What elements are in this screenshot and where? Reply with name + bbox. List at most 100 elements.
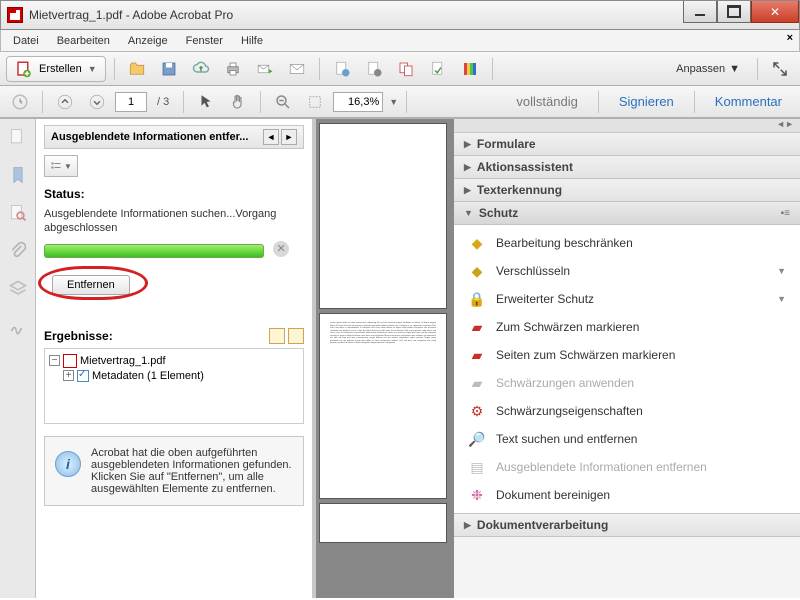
- email-button[interactable]: [283, 56, 311, 82]
- menubar: Datei Bearbeiten Anzeige Fenster Hilfe ×: [0, 30, 800, 52]
- menubar-close-icon[interactable]: ×: [787, 32, 793, 44]
- save-button[interactable]: [155, 56, 183, 82]
- search-remove-item[interactable]: 🔎Text suchen und entfernen: [454, 425, 800, 453]
- comment-tab[interactable]: Kommentar: [703, 94, 794, 109]
- panel-menu-icon[interactable]: ▪≡: [781, 208, 790, 219]
- dropdown-icon: ▼: [777, 294, 786, 304]
- info-box: i Acrobat hat die oben aufgeführten ausg…: [44, 436, 304, 506]
- restrict-editing-item[interactable]: ◆Bearbeitung beschränken: [454, 229, 800, 257]
- create-label: Erstellen: [39, 63, 82, 75]
- zoom-input[interactable]: [333, 92, 383, 112]
- cloud-button[interactable]: [187, 56, 215, 82]
- maximize-button[interactable]: [717, 1, 751, 23]
- customize-label: Anpassen: [676, 63, 725, 75]
- customize-button[interactable]: Anpassen ▼: [667, 56, 749, 82]
- encrypt-item[interactable]: ◆Verschlüsseln▼: [454, 257, 800, 285]
- sign-tool-button[interactable]: [424, 56, 452, 82]
- checkbox-checked-icon[interactable]: [77, 370, 89, 382]
- expand-icon[interactable]: +: [63, 370, 74, 381]
- create-pdf-icon: [15, 60, 33, 78]
- progress-cancel-button[interactable]: ✕: [273, 241, 289, 257]
- collapse-icon[interactable]: −: [49, 355, 60, 366]
- export-button[interactable]: [328, 56, 356, 82]
- mark-redaction-item[interactable]: ▰Zum Schwärzen markieren: [454, 313, 800, 341]
- thumbnail-page-1[interactable]: [319, 123, 447, 309]
- page-gear-icon: [365, 60, 383, 78]
- layers-icon[interactable]: [8, 279, 28, 299]
- page-thumbnails: Lorem ipsum dolor sit amet consectetur a…: [316, 119, 454, 598]
- panel-view-button[interactable]: ▼: [44, 155, 78, 177]
- accordion-label: Schutz: [479, 206, 518, 220]
- thumbnails-icon[interactable]: [8, 127, 28, 147]
- fullscreen-button[interactable]: [766, 56, 794, 82]
- create-button[interactable]: Erstellen ▼: [6, 56, 106, 82]
- bookmark-icon[interactable]: [8, 165, 28, 185]
- menu-view[interactable]: Anzeige: [120, 33, 176, 49]
- redact-props-icon: ⚙: [468, 402, 486, 420]
- tree-file-row[interactable]: − Mietvertrag_1.pdf: [49, 353, 299, 369]
- results-heading: Ergebnisse:: [44, 329, 113, 343]
- dropdown-icon: ▼: [777, 266, 786, 276]
- dropdown-icon: ▼: [88, 64, 97, 74]
- accordion-aktionsassistent[interactable]: ▶Aktionsassistent: [454, 156, 800, 179]
- pdf-tool-button[interactable]: [392, 56, 420, 82]
- panel-next-button[interactable]: ►: [281, 129, 297, 145]
- edit-button[interactable]: [360, 56, 388, 82]
- sanitize-item[interactable]: ❉Dokument bereinigen: [454, 481, 800, 509]
- share-button[interactable]: [251, 56, 279, 82]
- fit-label[interactable]: vollständig: [504, 94, 589, 109]
- panel-prev-button[interactable]: ◄: [263, 129, 279, 145]
- menu-edit[interactable]: Bearbeiten: [49, 33, 118, 49]
- zoom-marquee-button[interactable]: [301, 89, 329, 115]
- window-title: Mietvertrag_1.pdf - Adobe Acrobat Pro: [29, 8, 233, 22]
- multimedia-button[interactable]: [456, 56, 484, 82]
- select-tool-button[interactable]: [192, 89, 220, 115]
- shield-icon: ◆: [468, 262, 486, 280]
- minimize-button[interactable]: [683, 1, 717, 23]
- signatures-icon[interactable]: [8, 317, 28, 337]
- apply-redaction-item: ▰Schwärzungen anwenden: [454, 369, 800, 397]
- recent-button[interactable]: [6, 89, 34, 115]
- open-button[interactable]: [123, 56, 151, 82]
- zoom-out-button[interactable]: [269, 89, 297, 115]
- page-number-input[interactable]: [115, 92, 147, 112]
- accordion-dokumentverarbeitung[interactable]: ▶Dokumentverarbeitung: [454, 514, 800, 537]
- menu-window[interactable]: Fenster: [178, 33, 231, 49]
- zoom-dropdown-icon[interactable]: ▼: [387, 97, 398, 107]
- menu-file[interactable]: Datei: [5, 33, 47, 49]
- stamp-icon: [429, 60, 447, 78]
- item-label: Ausgeblendete Informationen entfernen: [496, 460, 707, 474]
- page-export-icon: [333, 60, 351, 78]
- accordion-label: Dokumentverarbeitung: [477, 518, 608, 532]
- cursor-icon: [197, 93, 215, 111]
- thumbnail-page-2[interactable]: Lorem ipsum dolor sit amet consectetur a…: [319, 313, 447, 499]
- remove-button[interactable]: Entfernen: [52, 275, 130, 295]
- envelope-icon: [288, 60, 306, 78]
- page-down-button[interactable]: [83, 89, 111, 115]
- page-total-label: / 3: [151, 96, 175, 108]
- page-up-button[interactable]: [51, 89, 79, 115]
- tools-panel-toggle[interactable]: ◄►: [454, 119, 800, 133]
- accordion-texterkennung[interactable]: ▶Texterkennung: [454, 179, 800, 202]
- accordion-formulare[interactable]: ▶Formulare: [454, 133, 800, 156]
- sign-tab[interactable]: Signieren: [607, 94, 686, 109]
- menu-help[interactable]: Hilfe: [233, 33, 271, 49]
- expand-icon: [771, 60, 789, 78]
- hand-tool-button[interactable]: [224, 89, 252, 115]
- expand-all-icon[interactable]: [269, 328, 285, 344]
- close-button[interactable]: ✕: [751, 1, 799, 23]
- info-text: Acrobat hat die oben aufgeführten ausgeb…: [91, 447, 293, 495]
- item-label: Text suchen und entfernen: [496, 432, 637, 446]
- tree-metadata-row[interactable]: + Metadaten (1 Element): [63, 369, 299, 383]
- accordion-schutz[interactable]: ▼Schutz▪≡: [454, 202, 800, 225]
- window-titlebar: Mietvertrag_1.pdf - Adobe Acrobat Pro ✕: [0, 0, 800, 30]
- attachments-icon[interactable]: [8, 241, 28, 261]
- advanced-protection-item[interactable]: 🔒Erweiterter Schutz▼: [454, 285, 800, 313]
- mark-pages-redaction-item[interactable]: ▰Seiten zum Schwärzen markieren: [454, 341, 800, 369]
- thumbnail-page-3[interactable]: [319, 503, 447, 543]
- collapse-all-icon[interactable]: [288, 328, 304, 344]
- cloud-upload-icon: [192, 60, 210, 78]
- redaction-properties-item[interactable]: ⚙Schwärzungseigenschaften: [454, 397, 800, 425]
- search-icon[interactable]: [8, 203, 28, 223]
- print-button[interactable]: [219, 56, 247, 82]
